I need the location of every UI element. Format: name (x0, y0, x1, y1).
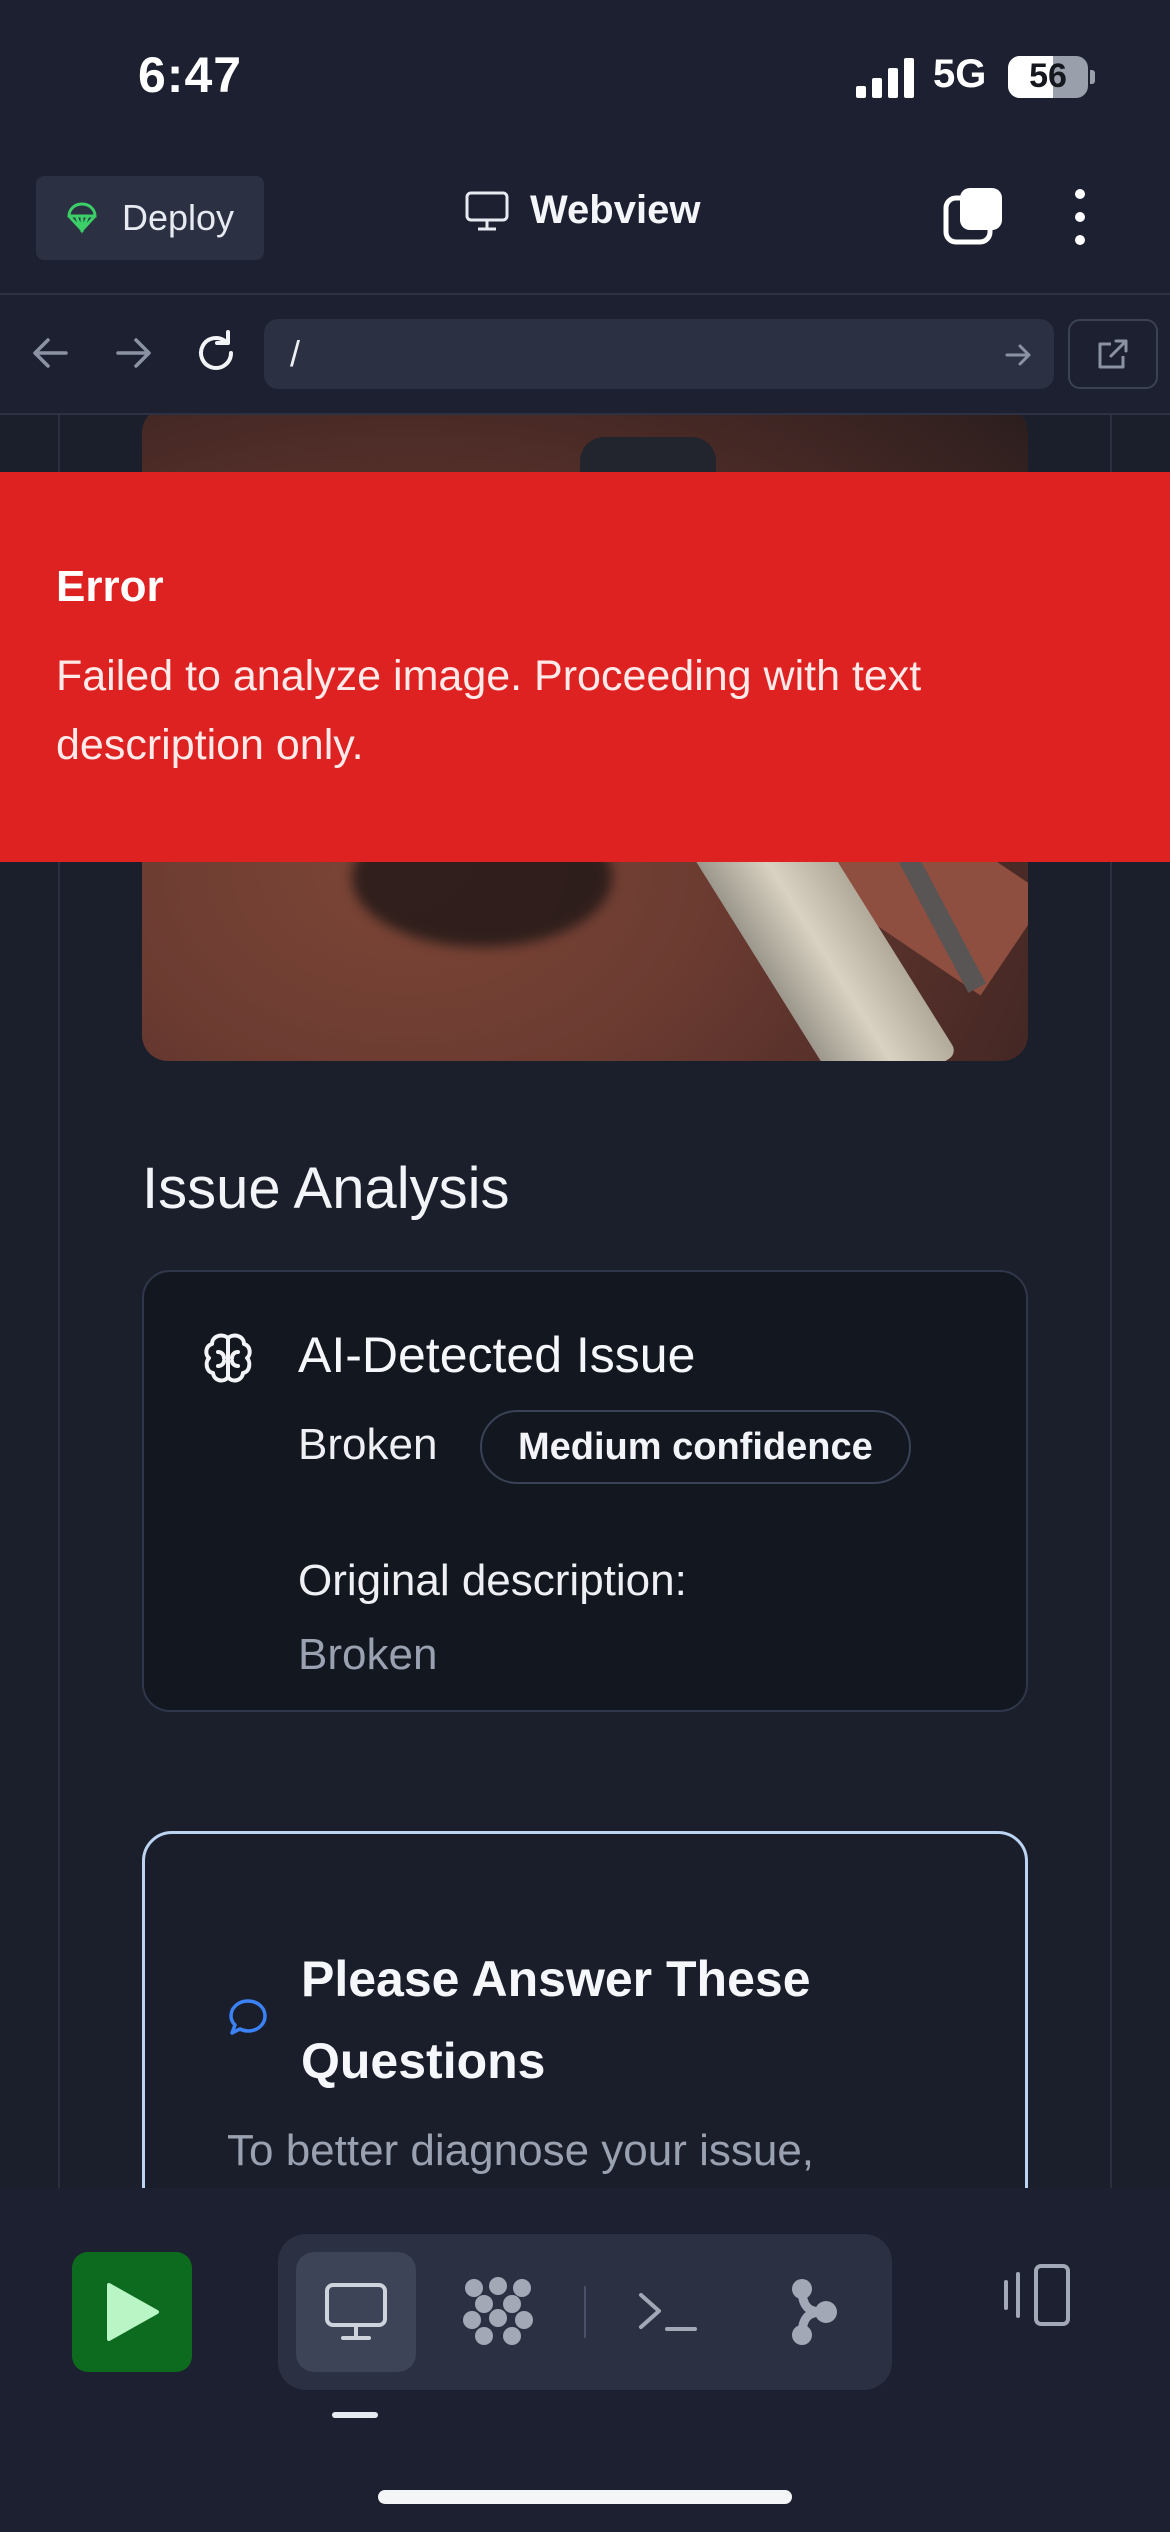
reload-icon[interactable] (190, 327, 242, 379)
tool-git[interactable] (752, 2252, 872, 2372)
url-input-wrapper (264, 319, 1054, 389)
home-indicator (378, 2490, 792, 2504)
run-button[interactable] (72, 2252, 192, 2372)
deploy-icon (67, 202, 97, 234)
issue-label: Broken (298, 1420, 438, 1469)
confidence-badge: Medium confidence (480, 1410, 911, 1484)
deploy-label: Deploy (122, 197, 235, 238)
chat-bubble-icon (229, 1999, 267, 2035)
issue-analysis-heading: Issue Analysis (142, 1156, 510, 1221)
monitor-icon (465, 191, 509, 230)
tool-agent[interactable] (438, 2252, 558, 2372)
questions-description: To better diagnose your issue, (227, 2126, 815, 2175)
battery-tip (1090, 70, 1095, 84)
open-external-button[interactable] (1068, 319, 1158, 389)
play-icon (107, 2283, 159, 2341)
devices-icon[interactable] (996, 2260, 1082, 2330)
url-input[interactable] (264, 319, 1054, 389)
external-link-icon (1098, 339, 1128, 369)
original-description-value: Broken (298, 1630, 438, 1679)
error-toast[interactable]: Error Failed to analyze image. Proceedin… (0, 472, 1170, 862)
tool-switcher (278, 2234, 892, 2390)
questions-card: Please Answer These Questions To better … (142, 1831, 1028, 2188)
webview-title: Webview (464, 188, 700, 233)
go-arrow-icon[interactable] (1002, 339, 1034, 371)
url-bar (0, 297, 1170, 415)
brain-icon (204, 1333, 252, 1383)
terminal-icon (639, 2293, 697, 2331)
tool-separator (584, 2286, 586, 2338)
active-tab-indicator (332, 2412, 378, 2418)
tool-webview[interactable] (296, 2252, 416, 2372)
forward-arrow-icon[interactable] (108, 327, 160, 379)
battery-level: 56 (1029, 57, 1067, 95)
more-options-icon[interactable] (1062, 186, 1098, 248)
git-branch-icon (792, 2279, 837, 2345)
monitor-icon (325, 2283, 387, 2340)
agent-dots-icon (463, 2277, 533, 2345)
deploy-button[interactable]: Deploy (36, 176, 264, 260)
cellular-signal-icon (856, 58, 914, 98)
tool-shell[interactable] (608, 2252, 728, 2372)
ai-issue-card: AI-Detected Issue Broken Medium confiden… (142, 1270, 1028, 1712)
back-arrow-icon[interactable] (24, 327, 76, 379)
questions-title: Please Answer These Questions (301, 1951, 811, 2089)
app-header: Deploy Webview (0, 160, 1170, 295)
network-type: 5G (933, 52, 987, 96)
webview-label: Webview (530, 188, 701, 232)
ai-issue-title: AI-Detected Issue (298, 1327, 696, 1383)
error-title: Error (56, 562, 164, 611)
bottom-toolbar (0, 2188, 1170, 2532)
error-message: Failed to analyze image. Proceeding with… (56, 652, 922, 769)
original-description-label: Original description: (298, 1556, 687, 1605)
status-time: 6:47 (138, 47, 243, 103)
status-bar: 6:47 5G 56 (0, 0, 1170, 160)
layers-icon[interactable] (942, 184, 1006, 248)
battery-icon: 56 (1008, 56, 1088, 98)
